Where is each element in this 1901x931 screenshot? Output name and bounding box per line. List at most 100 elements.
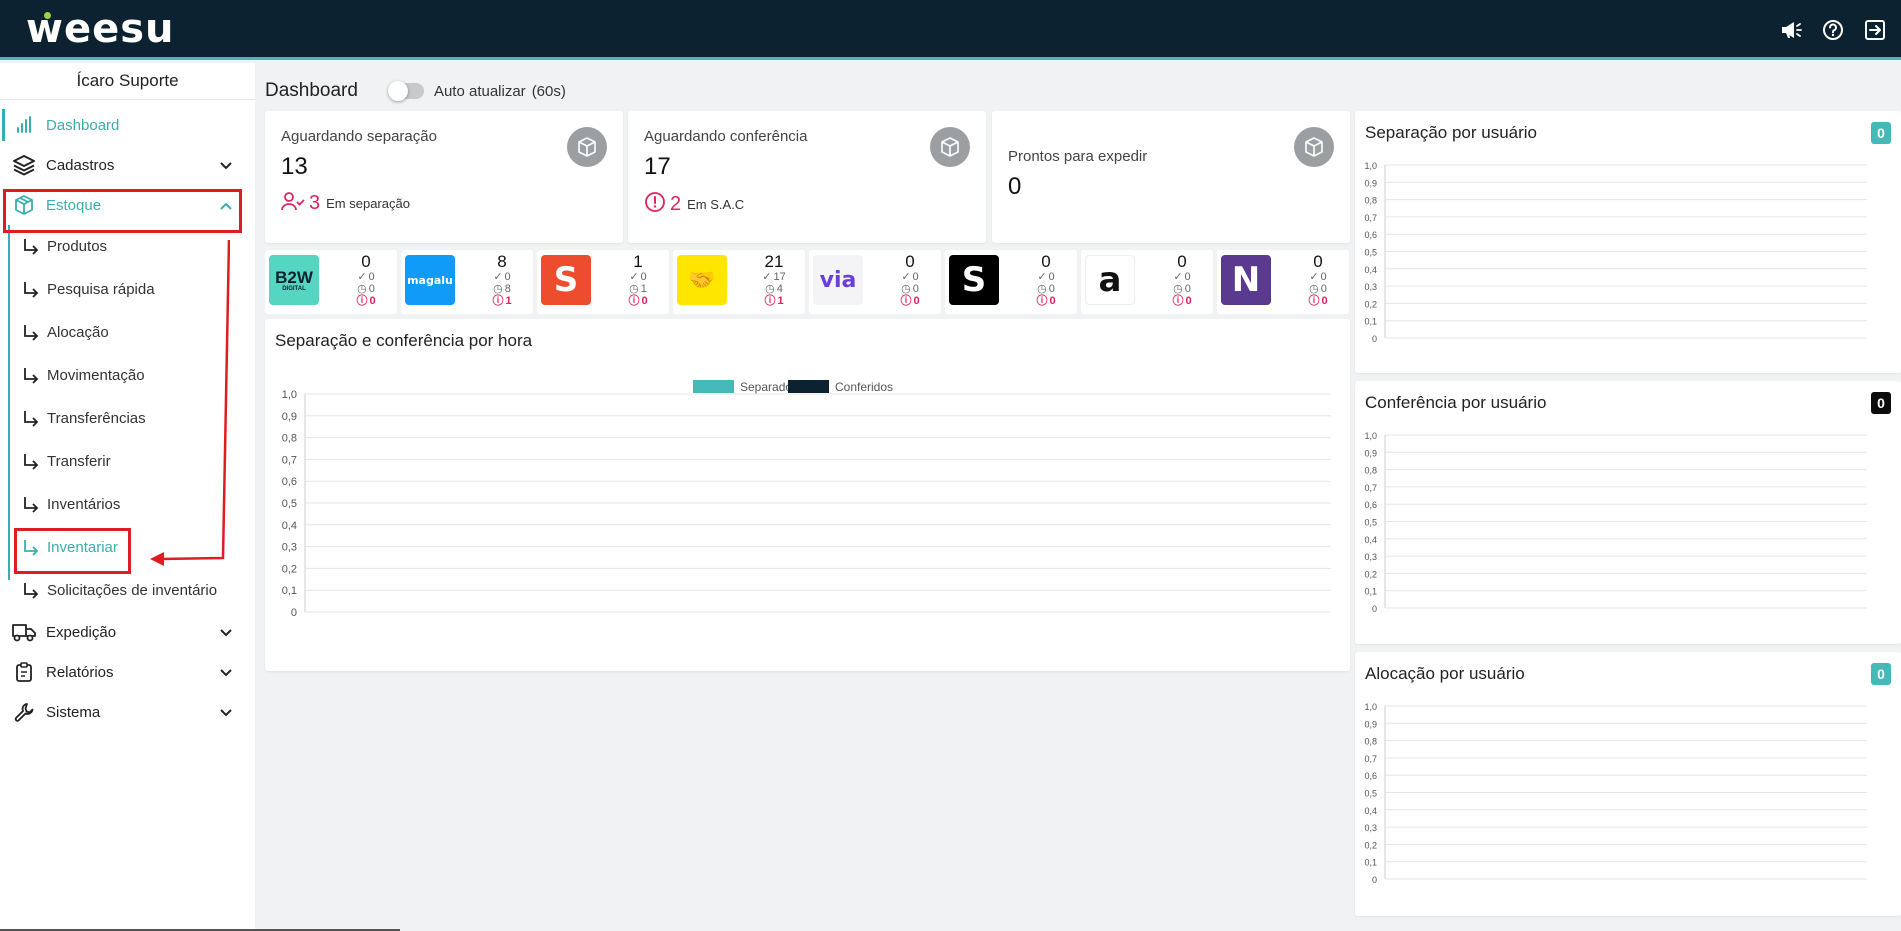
y-tick-label: 0,5 [1364, 789, 1377, 799]
dashboard-header: Dashboard Auto atualizar (60s) [265, 80, 566, 102]
marketplace-card[interactable]: B2W DIGITAL 0 ✓ 0 ◷ 0 ⓘ 0 [265, 250, 397, 314]
auto-update-label: Auto atualizar [433, 82, 526, 100]
chart-card-alocacao-usuario: Alocação por usuário 0 0 0,1 0,2 0,3 0,4 0,5 0… [1355, 652, 1901, 916]
y-tick-label: 0,5 [1364, 518, 1377, 528]
checked-line: ✓ 0 [617, 271, 659, 283]
logo-text: B2W [275, 267, 313, 287]
clock-icon: ◷ [1037, 283, 1047, 295]
checked-count: 0 [912, 271, 919, 283]
alert-icon: ⓘ [356, 295, 368, 307]
stat-card-prontos-expedir: Prontos para expedir 0 [992, 111, 1350, 243]
user-name: Ícaro Suporte [0, 63, 255, 100]
stat-label: Aguardando conferência [644, 128, 808, 145]
y-tick-label: 0,8 [1364, 466, 1377, 476]
checked-count: 17 [773, 271, 786, 283]
user-check-icon [281, 191, 305, 216]
main-content: Dashboard Auto atualizar (60s) Aguardand… [255, 63, 1901, 931]
alert-icon: ⓘ [900, 295, 912, 307]
megaphone-icon[interactable] [1777, 17, 1805, 43]
alert-count: 0 [1321, 295, 1328, 307]
alert-count: 0 [1185, 295, 1192, 307]
highlight-inventariar [14, 528, 131, 574]
marketplace-stats: 1 ✓ 0 ◷ 1 ⓘ 0 [617, 252, 659, 308]
marketplace-card[interactable]: 🤝 21 ✓ 17 ◷ 4 ⓘ 1 [673, 250, 805, 314]
check-icon: ✓ [1173, 271, 1183, 283]
submenu-item-label: Movimentação [47, 367, 145, 384]
y-tick-label: 0,1 [1364, 587, 1377, 597]
marketplace-total: 0 [361, 252, 371, 271]
alert-line: ⓘ 1 [481, 295, 523, 307]
sidebar-item-cadastros[interactable]: Cadastros [0, 145, 255, 185]
y-tick-label: 0,1 [282, 585, 297, 597]
stat-card-aguardando-separacao: Aguardando separação 13 3 Em separação [265, 111, 623, 243]
chevron-down-icon [219, 665, 233, 682]
sidebar-item-sistema[interactable]: Sistema [0, 692, 255, 732]
hourly-chart: 00,10,20,30,40,50,60,70,80,91,0Separados… [282, 380, 1331, 619]
submenu-item-solicitacoes-inventario[interactable]: Solicitações de inventário [0, 569, 255, 612]
clock-icon: ◷ [629, 283, 639, 295]
y-tick-label: 0,6 [282, 476, 297, 488]
marketplace-card[interactable]: S 0 ✓ 0 ◷ 0 ⓘ 0 [945, 250, 1077, 314]
stat-value: 13 [281, 153, 308, 180]
checked-count: 0 [1184, 271, 1191, 283]
y-tick-label: 0 [1372, 334, 1377, 344]
magalu-logo: magalu [405, 255, 455, 305]
checked-count: 0 [504, 271, 511, 283]
sidebar-item-relatorios[interactable]: Relatórios [0, 652, 255, 692]
stat-card-aguardando-conferencia: Aguardando conferência 17 2 Em S.A.C [628, 111, 986, 243]
submenu-item-label: Transferir [47, 453, 111, 470]
page-title: Dashboard [265, 80, 358, 101]
checked-count: 0 [368, 271, 375, 283]
marketplace-stats: 21 ✓ 17 ◷ 4 ⓘ 1 [753, 253, 795, 308]
y-tick-label: 0,9 [1364, 719, 1377, 729]
y-tick-label: 0,6 [1364, 771, 1377, 781]
y-tick-label: 0,2 [1364, 299, 1377, 309]
logo-text: S [961, 260, 987, 300]
stat-sub-value: 2 [670, 193, 682, 215]
y-tick-label: 1,0 [282, 389, 297, 401]
marketplace-card[interactable]: S 1 ✓ 0 ◷ 1 ⓘ 0 [537, 250, 669, 314]
wrench-icon [10, 700, 38, 724]
layers-icon [10, 153, 38, 177]
marketplace-total: 0 [1041, 252, 1051, 271]
y-tick-label: 0,3 [1364, 282, 1377, 292]
alert-icon: ⓘ [1308, 295, 1320, 307]
alert-line: ⓘ 0 [1161, 295, 1203, 307]
y-tick-label: 0,9 [1364, 178, 1377, 188]
marketplace-stats: 0 ✓ 0 ◷ 0 ⓘ 0 [345, 252, 387, 308]
y-tick-label: 0,3 [1364, 823, 1377, 833]
arrow-turn-icon [24, 496, 39, 513]
checked-line: ✓ 0 [1297, 271, 1339, 283]
pending-count: 1 [640, 283, 647, 295]
marketplace-card[interactable]: N 0 ✓ 0 ◷ 0 ⓘ 0 [1217, 250, 1349, 314]
sidebar-item-expedicao[interactable]: Expedição [0, 612, 255, 652]
auto-update-toggle[interactable] [387, 81, 424, 101]
y-tick-label: 0,8 [282, 433, 297, 445]
help-icon[interactable] [1819, 17, 1847, 43]
sidebar-item-dashboard[interactable]: Dashboard [0, 105, 255, 145]
marketplace-total: 0 [905, 252, 915, 271]
package-icon [930, 127, 970, 167]
bar-chart-icon [10, 113, 38, 137]
sidebar-item-label: Relatórios [46, 663, 114, 681]
logout-icon[interactable] [1861, 17, 1889, 43]
legend-swatch [693, 380, 734, 393]
clock-icon: ◷ [357, 283, 367, 295]
arrow-turn-icon [24, 238, 39, 255]
logo-text: 🤝 [688, 267, 716, 293]
alert-count: 0 [369, 295, 376, 307]
highlight-estoque [3, 189, 242, 233]
checked-line: ✓ 0 [1025, 271, 1067, 283]
arrow-turn-icon [24, 410, 39, 427]
pending-line: ◷ 4 [753, 283, 795, 295]
arrow-turn-icon [24, 367, 39, 384]
marketplace-card[interactable]: a 0 ✓ 0 ◷ 0 ⓘ 0 [1081, 250, 1213, 314]
sidebar-item-label: Cadastros [46, 156, 115, 174]
y-tick-label: 0,7 [282, 454, 297, 466]
alert-line: ⓘ 0 [617, 295, 659, 307]
netshoes-logo: N [1221, 255, 1271, 305]
marketplace-total: 1 [633, 252, 643, 271]
check-icon: ✓ [901, 271, 911, 283]
marketplace-card[interactable]: magalu 8 ✓ 0 ◷ 8 ⓘ 1 [401, 250, 533, 314]
marketplace-card[interactable]: via 0 ✓ 0 ◷ 0 ⓘ 0 [809, 250, 941, 314]
